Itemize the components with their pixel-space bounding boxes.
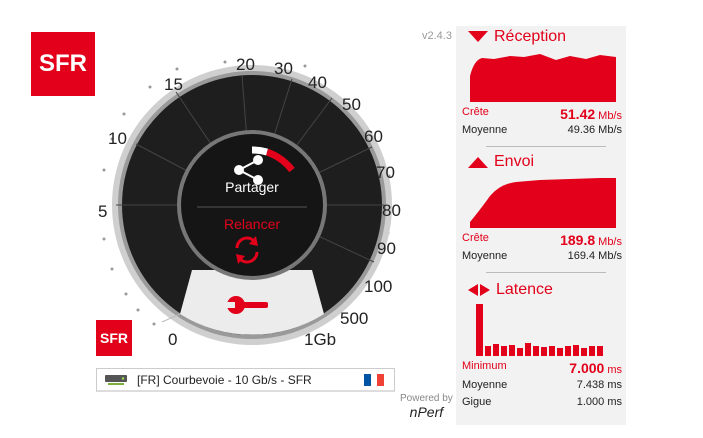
separator [486,146,606,147]
reception-peak-value: 51.42 [560,106,596,122]
download-arrow-icon [468,31,488,42]
latency-min-label: Minimum [462,360,507,372]
latency-arrows-icon [468,284,490,296]
server-selector[interactable]: [FR] Courbevoie - 10 Gb/s - SFR [96,368,395,392]
share-label[interactable]: Partager [225,179,279,195]
upload-graph [470,178,616,228]
upload-arrow-icon [468,157,488,168]
reception-avg-label: Moyenne [462,124,508,136]
scale-label: 40 [308,73,327,92]
latency-min-unit: ms [607,364,622,376]
upload-title-text: Envoi [494,153,535,170]
scale-label: 50 [342,95,361,114]
logo-text: SFR [39,50,87,77]
relaunch-label[interactable]: Relancer [224,216,280,232]
latency-jitter-value: 1.000 ms [576,396,622,408]
logo-small-text: SFR [100,330,128,346]
latency-jitter-label: Gigue [462,396,492,408]
scale-label: 20 [236,55,255,74]
scale-label: 30 [274,59,293,78]
scale-label: 10 [108,129,127,148]
reception-title: Réception [468,28,566,46]
latency-min-row: Minimum 7.000 ms [462,360,622,376]
scale-label: 70 [376,163,395,182]
results-panel: Réception Crête 51.42 Mb/s Moyenne 49.36 … [456,26,626,425]
latency-graph [476,304,603,356]
scale-label: 60 [364,127,383,146]
scale-label: 0 [168,330,177,349]
sfr-logo: SFR [31,32,95,96]
powered-by[interactable]: Powered by nPerf [400,393,453,420]
upload-peak-label: Crête [462,232,489,244]
speed-gauge: Partager Relancer 0 5 10 15 20 30 40 50 … [98,55,401,349]
nperf-logo: nPerf [409,404,444,420]
latency-min-value: 7.000 [569,360,605,376]
upload-avg-label: Moyenne [462,250,508,262]
upload-peak-row: Crête 189.8 Mb/s [462,232,622,248]
reception-peak-unit: Mb/s [598,110,622,122]
reception-peak-row: Crête 51.42 Mb/s [462,106,622,122]
scale-label: 80 [382,201,401,220]
scale-label: 1Gb [304,330,336,349]
latency-jitter-row: Gigue 1.000 ms [462,396,622,408]
latency-title: Latence [468,281,553,299]
scale-label: 5 [98,202,107,221]
upload-peak-unit: Mb/s [598,236,622,248]
reception-graph [470,54,616,102]
powered-by-label: Powered by [400,393,453,404]
reception-avg-row: Moyenne 49.36 Mb/s [462,124,622,136]
upload-avg-row: Moyenne 169.4 Mb/s [462,250,622,262]
server-icon [105,374,127,385]
upload-avg-value: 169.4 Mb/s [567,250,622,262]
latency-avg-value: 7.438 ms [576,379,622,391]
separator [486,272,606,273]
server-label: [FR] Courbevoie - 10 Gb/s - SFR [137,372,312,387]
upload-peak-value: 189.8 [560,232,596,248]
version-label: v2.4.3 [422,30,452,42]
upload-title: Envoi [468,153,534,171]
reception-avg-value: 49.36 Mb/s [567,124,622,136]
latency-avg-label: Moyenne [462,379,508,391]
scale-label: 100 [364,277,392,296]
reception-peak-label: Crête [462,106,489,118]
inner-dial [181,134,323,276]
scale-label: 500 [340,309,368,328]
scale-label: 15 [164,75,183,94]
scale-label: 90 [377,239,396,258]
france-flag-icon [364,373,385,386]
sfr-logo-small: SFR [96,320,132,356]
reception-title-text: Réception [494,28,567,45]
latency-avg-row: Moyenne 7.438 ms [462,379,622,391]
latency-title-text: Latence [496,281,553,298]
